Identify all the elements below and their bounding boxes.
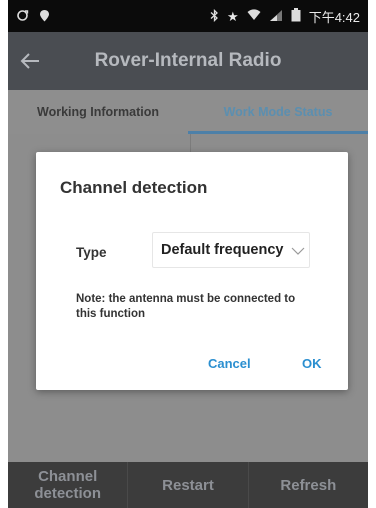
type-selected-value: Default frequency xyxy=(161,242,284,258)
channel-detection-button[interactable]: Channel detection xyxy=(8,462,127,508)
tab-working-information[interactable]: Working Information xyxy=(8,90,188,134)
tab-bar: Working Information Work Mode Status xyxy=(8,90,368,134)
channel-detection-label: Channel detection xyxy=(34,468,101,502)
status-time: 下午4:42 xyxy=(308,9,360,25)
restart-button[interactable]: Restart xyxy=(127,462,247,508)
dialog-title: Channel detection xyxy=(60,178,208,197)
ok-button[interactable]: OK xyxy=(302,356,322,371)
app-screen: ★ 下午4:42 Rover-Internal Radio Working In… xyxy=(8,0,368,508)
status-bar: ★ 下午4:42 xyxy=(8,0,368,32)
channel-detection-dialog: Channel detection Type Default frequency… xyxy=(36,152,348,390)
sync-icon xyxy=(16,9,29,24)
type-dropdown[interactable]: Default frequency xyxy=(152,232,310,268)
refresh-button[interactable]: Refresh xyxy=(247,462,368,508)
location-pin-icon xyxy=(39,9,50,24)
page-title: Rover-Internal Radio xyxy=(94,50,282,71)
type-label: Type xyxy=(76,245,107,260)
bottom-action-bar: Channel detection Restart Refresh xyxy=(8,462,368,508)
cancel-button[interactable]: Cancel xyxy=(208,356,251,371)
app-bar: Rover-Internal Radio xyxy=(8,32,368,90)
back-arrow-icon[interactable] xyxy=(8,32,52,90)
signal-icon xyxy=(269,9,283,24)
battery-icon xyxy=(291,8,301,24)
tab-work-mode-status[interactable]: Work Mode Status xyxy=(188,90,368,134)
bluetooth-icon xyxy=(210,8,219,24)
chevron-down-icon xyxy=(291,243,305,261)
star-icon: ★ xyxy=(227,8,239,24)
antenna-note: Note: the antenna must be connected to t… xyxy=(76,293,296,320)
wifi-icon xyxy=(247,9,261,23)
